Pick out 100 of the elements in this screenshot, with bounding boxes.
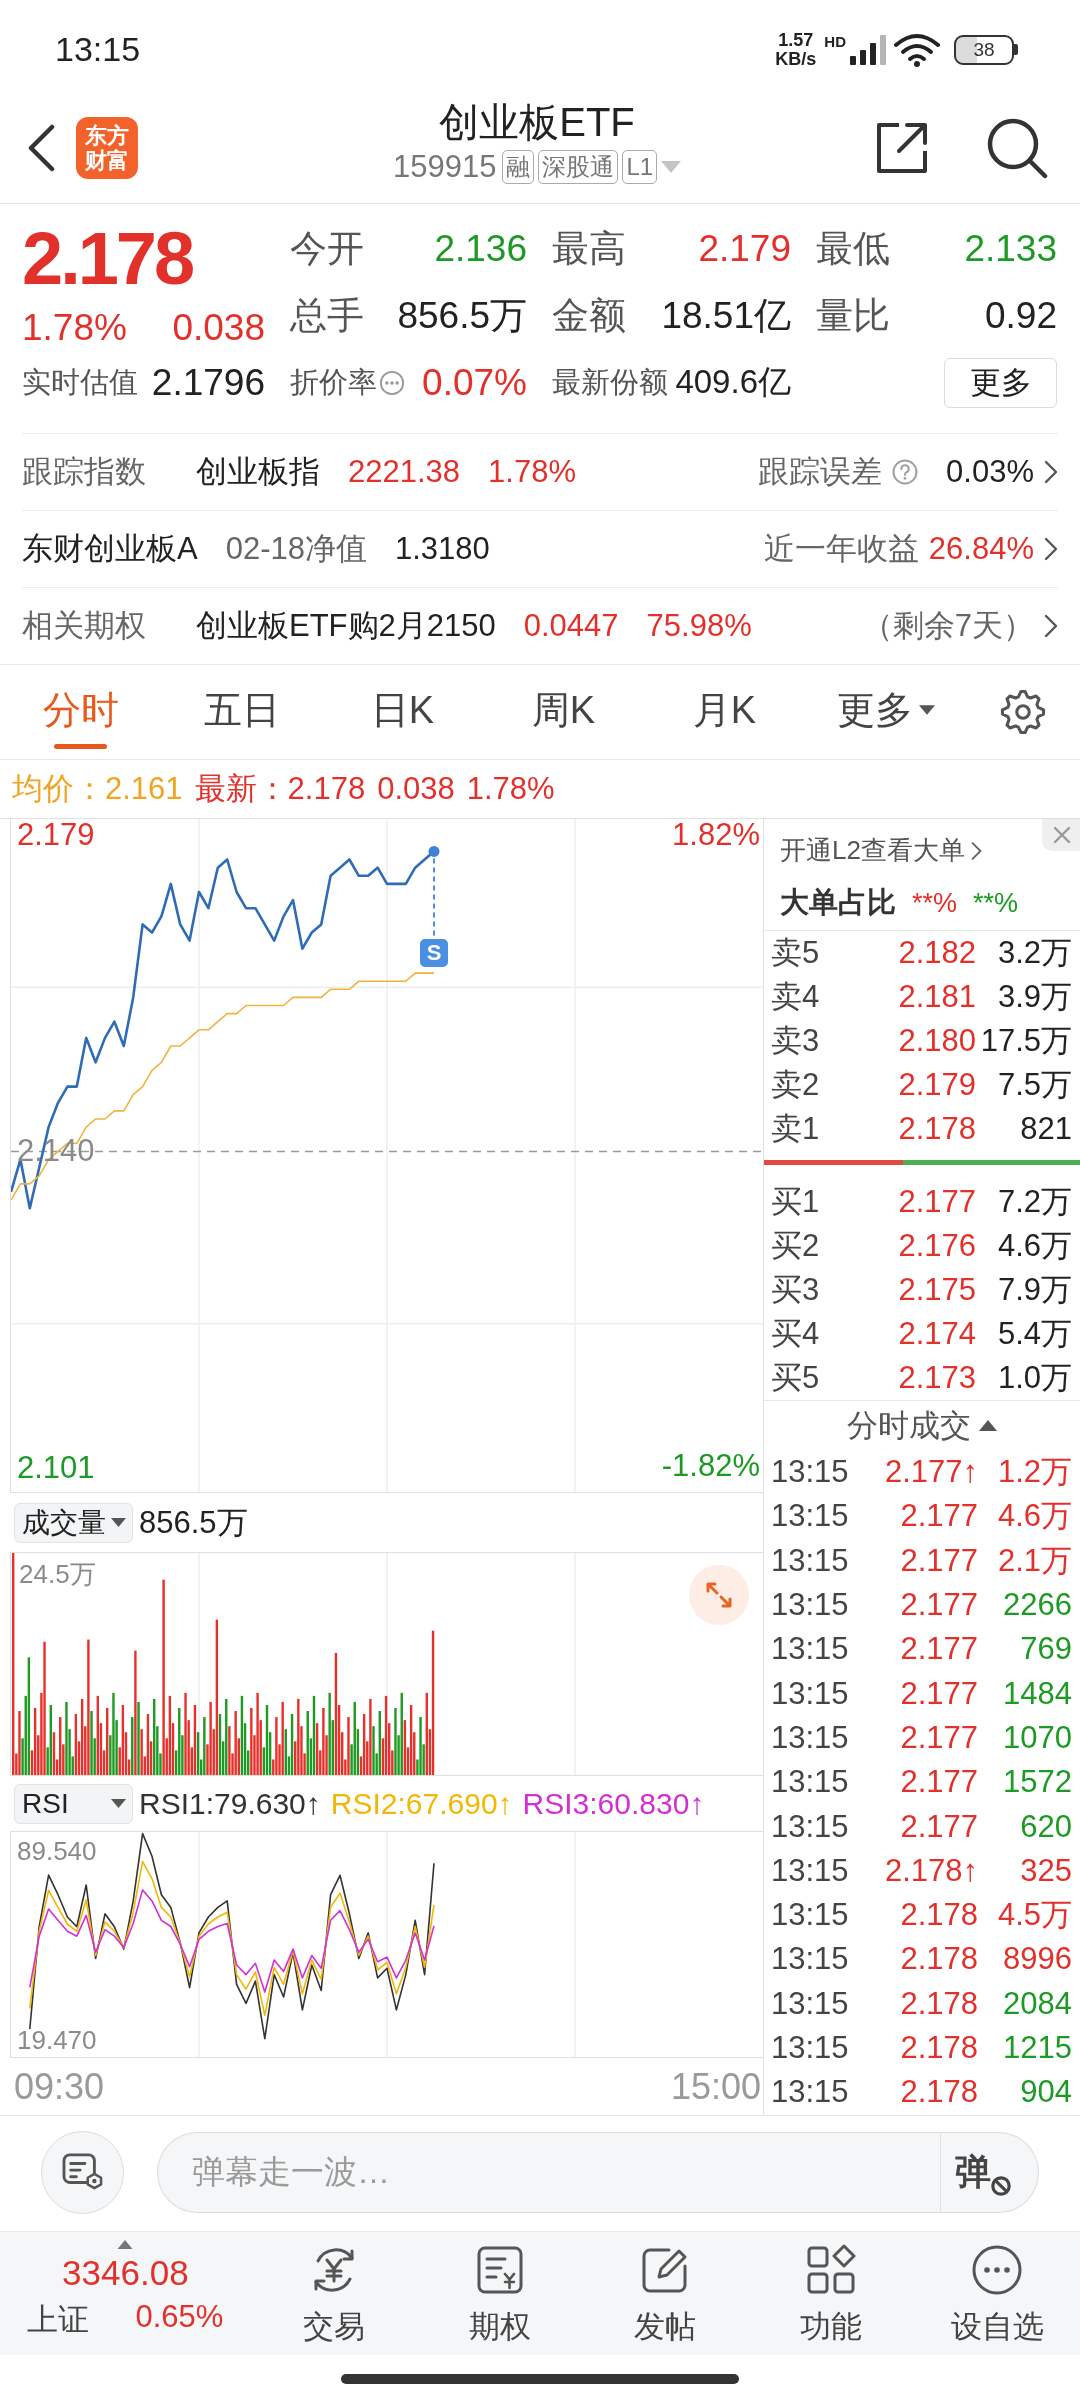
rsi-axis-label: 19.470 [17,2024,97,2055]
caret-down-icon [111,1799,126,1808]
trade-volume: 1070 [1002,1719,1072,1756]
bid-volume: 5.4万 [996,1315,1072,1353]
caret-up-icon [116,2240,135,2249]
network-type: HD [824,32,846,50]
chart-tab[interactable]: 分时 [0,665,161,759]
rsi-reading: RSI1:79.630↑ [139,1786,321,1821]
chart-tab[interactable]: 更多 [805,665,966,759]
info-value: 0.03% [946,454,1034,490]
grid-icon [805,2244,858,2296]
bid-price: 2.177 [898,1184,976,1220]
nav-button[interactable]: 功能 [748,2232,915,2355]
ask-volume: 821 [1019,1111,1072,1147]
document-settings-icon [61,2153,104,2191]
nav-button[interactable]: 发帖 [582,2232,749,2355]
chevron-right-icon[interactable] [1044,614,1058,638]
trade-price: 2.177 [900,1764,978,1801]
info-value: 1.78% [488,454,576,490]
danmaku-toggle-button[interactable]: 弹 [940,2131,1039,2213]
chart-tab[interactable]: 日K [322,665,483,759]
trade-price: 2.177 [900,1719,978,1756]
chart-tab[interactable]: 五日 [161,665,322,759]
stock-tag: L1 [622,150,658,184]
more-dots-icon[interactable] [379,369,405,396]
stat-value: 2.1796 [151,361,265,404]
change-percent-legend: 1.78% [466,771,555,807]
ask-label: 卖2 [771,1066,821,1104]
trade-volume: 620 [1019,1808,1072,1845]
network-speed: 1.57 [778,30,814,50]
expand-icon[interactable] [689,1565,749,1625]
ask-price: 2.178 [898,1111,976,1147]
bid-volume: 7.9万 [996,1271,1072,1309]
indicator-selector[interactable]: RSI [14,1783,133,1824]
bid-label: 买1 [771,1183,821,1221]
bid-volume: 4.6万 [996,1227,1072,1265]
trade-volume: 1215 [1002,2030,1072,2066]
trade-time: 13:15 [771,1675,850,1712]
bid-label: 买5 [771,1359,821,1397]
nav-button[interactable]: 设自选 [914,2232,1080,2355]
stat-label: 实时估值 [22,364,138,400]
nav-button[interactable]: 交易 [250,2232,417,2355]
big-order-label: 大单占比 [780,885,896,920]
settings-icon[interactable] [999,688,1047,736]
close-icon[interactable] [1042,819,1080,851]
bid-price: 2.174 [898,1316,976,1352]
change-legend: 0.038 [377,771,455,807]
big-sell-ratio: **% [973,887,1019,919]
chevron-right-icon[interactable] [1044,537,1058,561]
ask-label: 卖4 [771,978,821,1016]
info-value: 创业板ETF购2月2150 [196,607,496,645]
volume-selector[interactable]: 成交量 [14,1502,133,1543]
search-icon[interactable] [986,117,1048,179]
trades-title: 分时成交 [847,1406,971,1445]
signal-icon [850,34,886,65]
trade-volume: 1.2万 [996,1453,1072,1492]
nav-button[interactable]: 期权 [416,2232,583,2355]
caret-up-icon[interactable] [979,1420,997,1431]
back-icon[interactable] [26,124,56,172]
trade-time: 13:15 [771,1631,850,1668]
ask-label: 卖5 [771,934,821,972]
market-index-button[interactable]: 3346.08 上证 0.65% [0,2232,251,2355]
trade-volume: 4.5万 [996,1896,1072,1935]
info-value: 26.84% [928,531,1034,567]
battery-indicator: 38 [954,34,1018,65]
chevron-right-icon[interactable] [1044,460,1058,484]
speed-unit: KB/s [775,49,817,69]
stat-label: 今开 [290,226,364,271]
trade-price: 2.177 [900,1498,978,1535]
share-icon[interactable] [875,121,929,175]
stat-value: 409.6亿 [675,362,791,402]
info-value: 0.0447 [523,608,619,644]
stock-code: 159915 [392,149,497,185]
trade-time: 13:15 [771,1498,850,1535]
price-axis-label: 2.101 [17,1451,95,1484]
trade-time: 13:15 [771,1764,850,1801]
trade-time: 13:15 [771,1985,850,2022]
stat-value: 18.51亿 [661,293,791,338]
ask-label: 卖1 [771,1110,821,1148]
comment-input[interactable]: 弹幕走一波… [157,2131,940,2213]
wifi-icon [894,32,940,67]
info-value: 02-18净值 [225,530,367,568]
more-button[interactable]: 更多 [944,357,1057,408]
chart-tab[interactable]: 周K [483,665,644,759]
l2-upgrade-link[interactable]: 开通L2查看大单 [780,833,982,868]
last-price: 2.178 [22,217,194,301]
bid-label: 买2 [771,1227,821,1265]
stat-label: 总手 [290,293,364,338]
stat-label: 金额 [552,293,626,338]
trade-price: 2.177 [900,1542,978,1579]
trade-price: 2.177 [900,1631,978,1668]
bid-price: 2.173 [898,1360,976,1396]
rsi-reading: RSI2:67.690↑ [330,1786,513,1821]
chart-tab[interactable]: 月K [644,665,805,759]
ask-price: 2.182 [898,935,976,971]
stock-tag: 融 [502,150,535,184]
info-label: 相关期权 [22,607,147,645]
help-icon[interactable] [892,459,919,485]
bid-price: 2.175 [898,1272,976,1308]
no-entry-icon [990,2175,1011,2196]
